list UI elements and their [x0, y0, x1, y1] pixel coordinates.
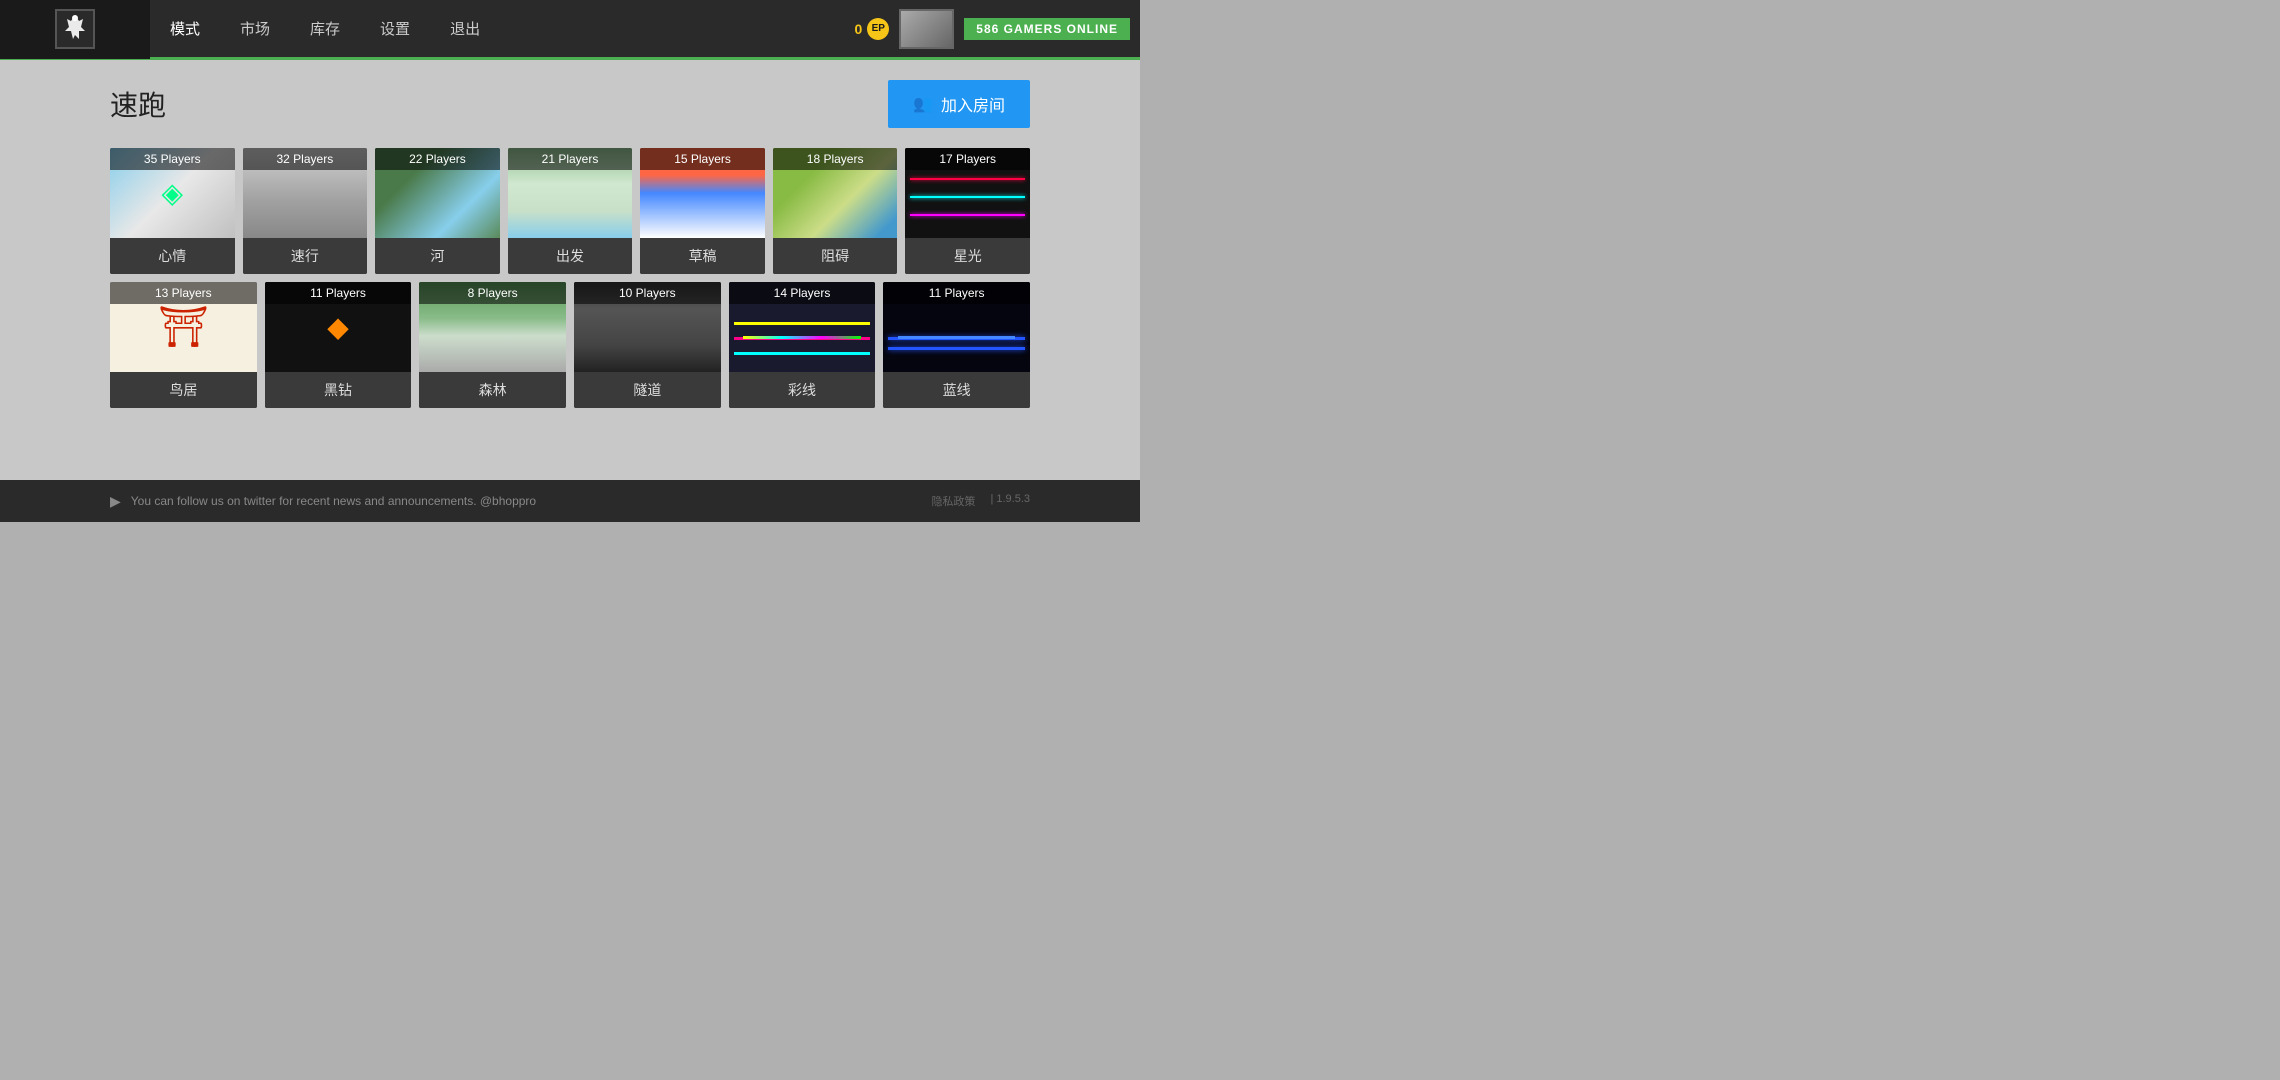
map-card[interactable]: 11 Players 蓝线	[883, 282, 1030, 408]
join-room-button[interactable]: 👥 加入房间	[888, 80, 1030, 128]
map-name: 黑钻	[265, 372, 412, 408]
map-thumbnail: 10 Players	[574, 282, 721, 372]
header-right: 0 EP 586 GAMERS ONLINE	[855, 9, 1141, 49]
join-icon: 👥	[913, 94, 933, 114]
map-name: 速行	[243, 238, 368, 274]
ep-badge: 0 EP	[855, 18, 890, 40]
join-button-label: 加入房间	[941, 92, 1005, 116]
map-name: 草稿	[640, 238, 765, 274]
map-name: 阻碍	[773, 238, 898, 274]
map-card[interactable]: 17 Players 星光	[905, 148, 1030, 274]
map-thumbnail: 8 Players	[419, 282, 566, 372]
map-grid-row2: 13 Players鸟居11 Players黑钻8 Players森林10 Pl…	[110, 282, 1030, 408]
logo-icon	[55, 9, 95, 49]
privacy-link[interactable]: 隐私政策	[931, 493, 975, 509]
map-name: 隧道	[574, 372, 721, 408]
page-header: 速跑 👥 加入房间	[110, 80, 1030, 128]
player-count: 22 Players	[375, 148, 500, 170]
nav-menu: 模式 市场 库存 设置 退出	[150, 13, 855, 44]
player-count: 11 Players	[883, 282, 1030, 304]
player-count: 32 Players	[243, 148, 368, 170]
player-count: 35 Players	[110, 148, 235, 170]
map-card[interactable]: 14 Players 彩线	[729, 282, 876, 408]
map-thumbnail: 17 Players	[905, 148, 1030, 238]
nav-item-inventory[interactable]: 库存	[310, 13, 340, 44]
ep-icon: EP	[867, 18, 889, 40]
footer-message: You can follow us on twitter for recent …	[131, 494, 922, 508]
map-card[interactable]: 10 Players 隧道	[574, 282, 721, 408]
map-name: 心情	[110, 238, 235, 274]
map-thumbnail: 22 Players	[375, 148, 500, 238]
map-name: 河	[375, 238, 500, 274]
player-count: 10 Players	[574, 282, 721, 304]
player-count: 8 Players	[419, 282, 566, 304]
map-name: 彩线	[729, 372, 876, 408]
avatar[interactable]	[899, 9, 954, 49]
map-name: 出发	[508, 238, 633, 274]
nav-item-settings[interactable]: 设置	[380, 13, 410, 44]
player-count: 18 Players	[773, 148, 898, 170]
map-card[interactable]: 18 Players 阻碍	[773, 148, 898, 274]
page-title: 速跑	[110, 84, 166, 124]
map-card[interactable]: 8 Players 森林	[419, 282, 566, 408]
map-card[interactable]: 35 Players 心情	[110, 148, 235, 274]
player-count: 21 Players	[508, 148, 633, 170]
logo-area	[0, 0, 150, 59]
map-thumbnail: 14 Players	[729, 282, 876, 372]
nav-item-market[interactable]: 市场	[240, 13, 270, 44]
map-thumbnail: 32 Players	[243, 148, 368, 238]
nav-item-exit[interactable]: 退出	[450, 13, 480, 44]
map-name: 星光	[905, 238, 1030, 274]
map-grid-row1: 35 Players心情32 Players速行22 Players河21 Pl…	[110, 148, 1030, 274]
player-count: 14 Players	[729, 282, 876, 304]
map-card[interactable]: 11 Players 黑钻	[265, 282, 412, 408]
map-thumbnail: 35 Players	[110, 148, 235, 238]
footer: ▶ You can follow us on twitter for recen…	[0, 480, 1140, 522]
map-name: 蓝线	[883, 372, 1030, 408]
player-count: 17 Players	[905, 148, 1030, 170]
map-thumbnail: 13 Players	[110, 282, 257, 372]
map-thumbnail: 11 Players	[883, 282, 1030, 372]
online-badge: 586 GAMERS ONLINE	[964, 18, 1130, 40]
player-count: 11 Players	[265, 282, 412, 304]
map-name: 鸟居	[110, 372, 257, 408]
map-name: 森林	[419, 372, 566, 408]
map-thumbnail: 11 Players	[265, 282, 412, 372]
header: 模式 市场 库存 设置 退出 0 EP 586 GAMERS ONLINE	[0, 0, 1140, 60]
map-card[interactable]: 22 Players 河	[375, 148, 500, 274]
map-card[interactable]: 21 Players 出发	[508, 148, 633, 274]
version-label: | 1.9.5.3	[990, 493, 1030, 509]
map-card[interactable]: 15 Players 草稿	[640, 148, 765, 274]
nav-item-mode[interactable]: 模式	[170, 13, 200, 44]
map-card[interactable]: 32 Players 速行	[243, 148, 368, 274]
ep-value: 0	[855, 21, 863, 37]
map-thumbnail: 18 Players	[773, 148, 898, 238]
map-card[interactable]: 13 Players 鸟居	[110, 282, 257, 408]
main-content: 速跑 👥 加入房间 35 Players心情32 Players速行22 Pla…	[0, 60, 1140, 480]
player-count: 13 Players	[110, 282, 257, 304]
map-thumbnail: 21 Players	[508, 148, 633, 238]
map-thumbnail: 15 Players	[640, 148, 765, 238]
player-count: 15 Players	[640, 148, 765, 170]
footer-right: 隐私政策 | 1.9.5.3	[931, 493, 1030, 509]
footer-icon: ▶	[110, 493, 121, 510]
